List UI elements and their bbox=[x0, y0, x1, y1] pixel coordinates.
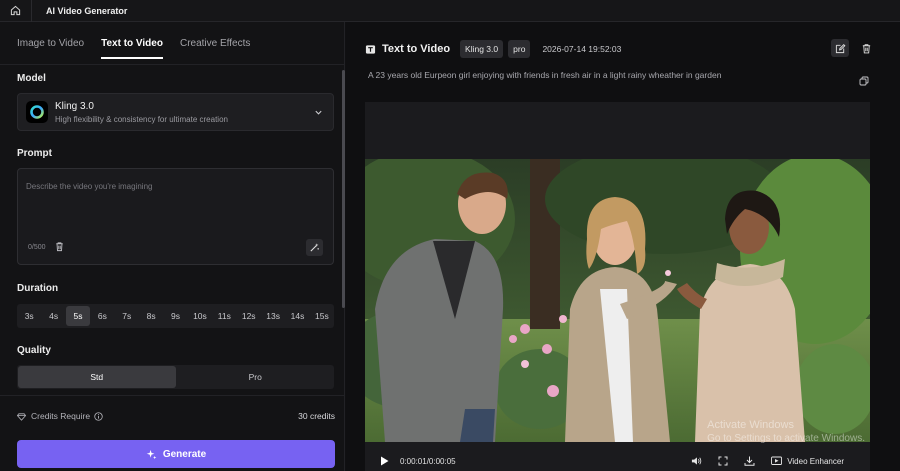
top-bar: AI Video Generator bbox=[0, 0, 900, 22]
duration-option[interactable]: 4s bbox=[41, 304, 65, 328]
trash-icon bbox=[862, 43, 870, 53]
clear-prompt-icon[interactable] bbox=[54, 241, 65, 252]
model-name: Kling 3.0 bbox=[55, 100, 94, 112]
result-panel: Text to Video Kling 3.0 pro 2026-07-14 1… bbox=[346, 22, 900, 471]
info-icon[interactable] bbox=[94, 411, 103, 421]
magic-wand-icon bbox=[310, 243, 319, 252]
duration-option[interactable]: 6s bbox=[90, 304, 114, 328]
prompt-label: Prompt bbox=[17, 148, 52, 159]
duration-option-selected[interactable]: 5s bbox=[65, 306, 91, 326]
generate-label: Generate bbox=[162, 448, 207, 460]
fullscreen-icon[interactable] bbox=[718, 456, 728, 466]
duration-option[interactable]: 15s bbox=[310, 304, 334, 328]
kling-logo-icon bbox=[26, 101, 48, 123]
home-button[interactable] bbox=[0, 0, 32, 22]
duration-option[interactable]: 13s bbox=[261, 304, 285, 328]
result-timestamp: 2026-07-14 19:52:03 bbox=[542, 44, 622, 54]
quality-badge: pro bbox=[508, 40, 531, 58]
video-player[interactable]: Activate Windows Go to Settings to activ… bbox=[365, 102, 870, 471]
video-enhancer-label: Video Enhancer bbox=[787, 456, 844, 466]
duration-option[interactable]: 7s bbox=[115, 304, 139, 328]
sparkle-icon bbox=[146, 449, 157, 459]
duration-option[interactable]: 11s bbox=[212, 304, 236, 328]
credits-label: Credits Require bbox=[31, 411, 91, 421]
copy-icon[interactable] bbox=[859, 76, 869, 86]
duration-selector: 3s 4s 5s 6s 7s 8s 9s 10s 11s 12s 13s 14s… bbox=[17, 304, 334, 328]
result-header: Text to Video Kling 3.0 pro 2026-07-14 1… bbox=[365, 40, 621, 58]
model-label: Model bbox=[17, 73, 46, 84]
generate-button[interactable]: Generate bbox=[17, 440, 335, 468]
player-controls: 0:00:01/0:00:05 Video Enhancer bbox=[365, 451, 870, 471]
enhance-prompt-button[interactable] bbox=[306, 239, 323, 256]
playback-time: 0:00:01/0:00:05 bbox=[400, 456, 456, 466]
credits-row: Credits Require 30 credits bbox=[17, 411, 335, 421]
mode-tabs: Image to Video Text to Video Creative Ef… bbox=[17, 38, 250, 59]
result-title: Text to Video bbox=[382, 43, 451, 55]
download-icon[interactable] bbox=[744, 456, 755, 466]
video-enhancer-button[interactable]: Video Enhancer bbox=[771, 456, 844, 466]
delete-button[interactable] bbox=[857, 39, 875, 57]
credits-value: 30 credits bbox=[298, 411, 335, 421]
duration-option[interactable]: 10s bbox=[188, 304, 212, 328]
watermark-line-1: Activate Windows bbox=[707, 419, 794, 431]
result-prompt: A 23 years old Eurpeon girl enjoying wit… bbox=[368, 70, 722, 80]
duration-option[interactable]: 12s bbox=[237, 304, 261, 328]
video-still-image bbox=[365, 159, 870, 442]
panel-divider bbox=[0, 395, 345, 396]
os-activation-watermark: Activate Windows Go to Settings to activ… bbox=[707, 418, 865, 446]
result-actions bbox=[831, 39, 875, 57]
video-frame[interactable] bbox=[365, 159, 870, 442]
prompt-char-count: 0/500 bbox=[28, 244, 46, 251]
panel-scrollbar[interactable] bbox=[342, 70, 345, 308]
play-icon[interactable] bbox=[380, 456, 389, 466]
model-badge: Kling 3.0 bbox=[460, 40, 504, 58]
edit-button[interactable] bbox=[831, 39, 849, 57]
edit-icon bbox=[835, 43, 845, 53]
quality-selector: Std Pro bbox=[17, 365, 334, 389]
tab-text-to-video[interactable]: Text to Video bbox=[101, 38, 163, 59]
model-description: High flexibility & consistency for ultim… bbox=[55, 114, 228, 124]
diamond-icon bbox=[17, 412, 26, 421]
generator-panel: Image to Video Text to Video Creative Ef… bbox=[0, 22, 345, 471]
app-title: AI Video Generator bbox=[46, 5, 128, 16]
text-to-video-icon bbox=[365, 44, 376, 54]
duration-option[interactable]: 14s bbox=[285, 304, 309, 328]
duration-option[interactable]: 9s bbox=[163, 304, 187, 328]
quality-option-std[interactable]: Std bbox=[18, 366, 176, 388]
duration-label: Duration bbox=[17, 283, 59, 294]
enhancer-icon bbox=[771, 456, 783, 465]
tabs-divider bbox=[0, 64, 345, 65]
quality-label: Quality bbox=[17, 345, 51, 356]
quality-option-pro[interactable]: Pro bbox=[177, 365, 335, 389]
prompt-placeholder: Describe the video you're imagining bbox=[26, 182, 153, 191]
home-icon bbox=[10, 5, 21, 16]
prompt-input[interactable]: Describe the video you're imagining 0/50… bbox=[17, 168, 334, 265]
tab-image-to-video[interactable]: Image to Video bbox=[17, 38, 84, 59]
duration-option[interactable]: 3s bbox=[17, 304, 41, 328]
chevron-down-icon bbox=[315, 110, 322, 115]
model-selector[interactable]: Kling 3.0 High flexibility & consistency… bbox=[17, 93, 334, 131]
volume-icon[interactable] bbox=[691, 456, 702, 466]
duration-option[interactable]: 8s bbox=[139, 304, 163, 328]
watermark-line-2: Go to Settings to activate Windows. bbox=[707, 433, 865, 444]
tab-creative-effects[interactable]: Creative Effects bbox=[180, 38, 250, 59]
